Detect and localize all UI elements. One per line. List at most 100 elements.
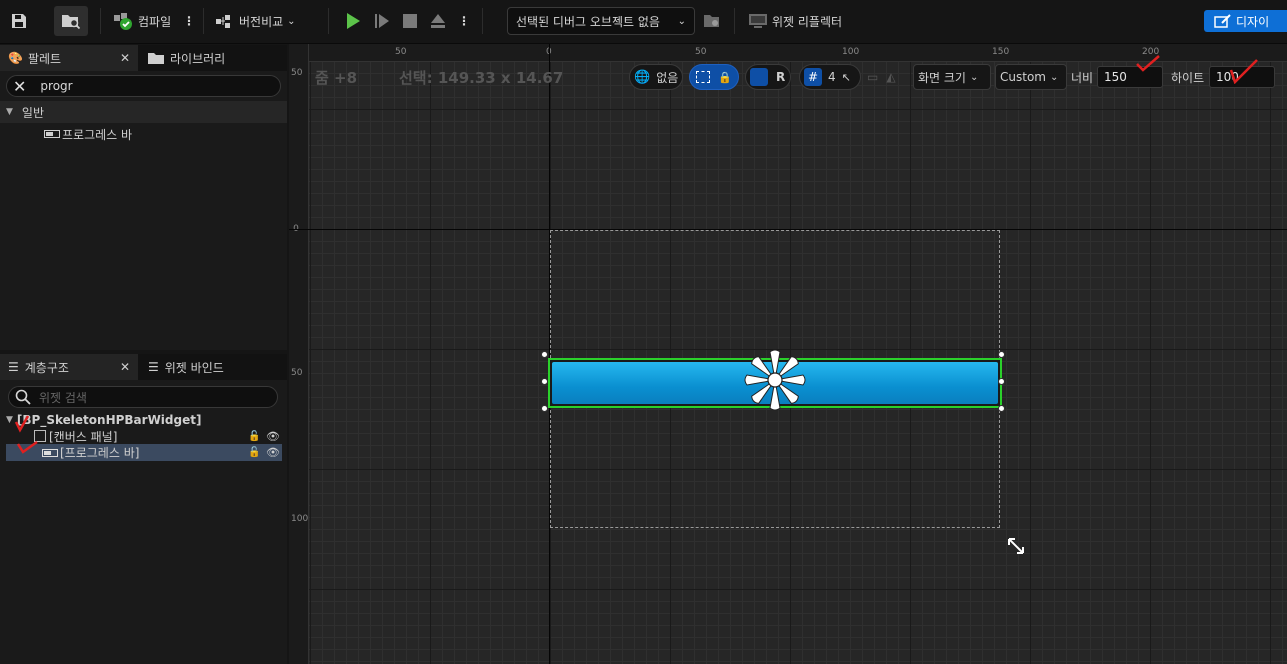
debug-object-dropdown[interactable]: 선택된 디버그 오브젝트 없음 ⌄ [507, 7, 695, 35]
tab-library-label: 라이브러리 [170, 51, 226, 66]
globe-icon: 🌐 [634, 69, 651, 85]
resize-handle[interactable] [998, 378, 1005, 385]
resize-handle[interactable] [541, 405, 548, 412]
close-icon[interactable]: ✕ [120, 360, 130, 374]
search-icon [15, 389, 31, 405]
zoom-label: 줌 +8 [315, 68, 358, 87]
eye-icon[interactable]: 👁 [266, 430, 280, 443]
category-label: 일반 [21, 105, 45, 120]
hierarchy-item-canvas-panel[interactable]: [캔버스 패널] 🔓 👁 [34, 428, 284, 444]
anchor-icon[interactable] [741, 346, 809, 414]
hierarchy-search-input[interactable]: 위젯 검색 [8, 386, 278, 408]
grid-snap-group[interactable]: # 4 ↖ [799, 64, 861, 90]
separator [328, 8, 329, 34]
designer-icon [1214, 14, 1231, 28]
hierarchy-tabbar: ☰ 계층구조 ✕ ☰ 위젯 바인드 [0, 354, 287, 380]
resize-handle[interactable] [541, 378, 548, 385]
compile-check-icon [114, 13, 132, 30]
clear-search-icon[interactable]: ✕ [13, 77, 26, 96]
locale-preview-dropdown[interactable]: 🌐 없음 [629, 64, 683, 90]
hierarchy-root-label: [BP_SkeletonHPBarWidget] [16, 413, 202, 427]
resize-handle[interactable] [998, 351, 1005, 358]
folder-gear-icon [704, 15, 719, 27]
annotation-checkmarks [14, 415, 38, 454]
eject-button[interactable] [426, 6, 450, 36]
hierarchy-search-placeholder: 위젯 검색 [39, 390, 87, 405]
play-options-icon[interactable]: ⋮ [458, 6, 470, 36]
tab-palette[interactable]: 🎨 팔레트 ✕ [0, 45, 138, 71]
screen-size-label: 화면 크기 [918, 70, 966, 85]
layout-icon [750, 68, 768, 86]
grid-icon: # [804, 68, 822, 86]
stop-button[interactable] [398, 6, 422, 36]
diff-icon [216, 15, 230, 28]
eject-icon [431, 14, 445, 28]
resize-handle[interactable] [998, 405, 1005, 412]
chevron-down-icon: ⌄ [677, 15, 686, 27]
monitor-icon [749, 14, 767, 28]
image-icon: ▭ [867, 70, 879, 84]
selection-size-label: 선택: 149.33 x 14.67 [399, 68, 564, 87]
lock-icon[interactable]: 🔓 [248, 431, 260, 442]
ruler-label: 50 [395, 47, 407, 57]
chevron-down-icon: ⌄ [1049, 71, 1059, 83]
palette-item-label: 프로그레스 바 [62, 127, 133, 142]
ruler-label: 50 [695, 47, 707, 57]
ruler-label: 100 [842, 47, 860, 57]
palette-item-progress-bar[interactable]: 프로그레스 바 [44, 125, 132, 143]
compile-button[interactable]: 컴파일 [112, 6, 176, 36]
compile-label: 컴파일 [138, 14, 172, 29]
flip-icon: ◭ [886, 70, 896, 84]
tab-hierarchy[interactable]: ☰ 계층구조 ✕ [0, 354, 138, 380]
tab-palette-label: 팔레트 [27, 51, 62, 66]
ruler-left: 50 0 50 100 [289, 44, 309, 664]
palette-search-value: progr [40, 79, 73, 93]
lock-icon[interactable]: 🔓 [248, 447, 260, 458]
progress-bar-icon [42, 448, 58, 457]
compile-options-icon[interactable]: ⋮ [183, 6, 195, 36]
canvas-resize-icon[interactable] [1006, 536, 1026, 556]
ruler-label: 150 [992, 47, 1010, 57]
palette-category-general[interactable]: ▼ 일반 [0, 101, 287, 123]
hierarchy-item-label: [캔버스 패널] [49, 429, 118, 444]
tab-hierarchy-label: 계층구조 [24, 360, 69, 375]
chevron-down-icon: ⌄ [969, 71, 979, 83]
separator [482, 8, 483, 34]
widget-reflector-button[interactable]: 위젯 리플렉터 [748, 6, 858, 36]
width-label: 너비 [1071, 70, 1094, 85]
custom-label: Custom [1000, 70, 1046, 84]
collapse-arrow-icon: ▼ [6, 107, 13, 117]
separator [100, 8, 101, 34]
tab-widget-bind[interactable]: ☰ 위젯 바인드 [140, 354, 280, 380]
grid-snap-value: 4 [828, 70, 836, 84]
cursor-icon: ↖ [841, 70, 851, 84]
diff-dropdown[interactable]: 버전비교 ⌄ [215, 6, 307, 36]
step-button[interactable] [370, 6, 394, 36]
list-icon: ☰ [8, 360, 19, 374]
designer-viewport[interactable]: 50 0 50 100 150 200 50 0 50 100 줌 +8 선택:… [289, 44, 1287, 664]
tab-bind-label: 위젯 바인드 [164, 360, 224, 375]
r-label: R [776, 70, 786, 84]
browse-button[interactable] [54, 6, 88, 36]
palette-icon: 🎨 [8, 51, 23, 65]
locale-label: 없음 [656, 70, 679, 85]
snap-toggle-group[interactable]: 🔒 [689, 64, 739, 90]
play-button[interactable] [340, 6, 366, 36]
hierarchy-panel: ☰ 계층구조 ✕ ☰ 위젯 바인드 위젯 검색 ▼ [BP_SkeletonHP… [0, 354, 287, 664]
main-toolbar: 컴파일 ⋮ 버전비교 ⌄ ⋮ 선택된 디버그 오브젝트 없음 ⌄ 위젯 리플렉터… [0, 0, 1287, 44]
tab-library[interactable]: 라이브러리 [140, 45, 280, 71]
image-preview-buttons[interactable]: ▭ ◭ [867, 64, 907, 90]
fill-mode-dropdown[interactable]: Custom ⌄ [995, 64, 1067, 90]
palette-search-input[interactable]: ✕ progr [6, 75, 281, 97]
close-icon[interactable]: ✕ [120, 51, 130, 65]
save-button[interactable] [10, 6, 40, 36]
eye-icon[interactable]: 👁 [266, 446, 280, 459]
ruler-label: 50 [291, 368, 303, 378]
respect-locks-group[interactable]: R [745, 64, 791, 90]
designer-mode-button[interactable]: 디자이 [1204, 10, 1287, 32]
hierarchy-item-progress-bar[interactable]: [프로그레스 바] 🔓 👁 [6, 444, 282, 461]
browse-debug-button[interactable] [702, 6, 722, 36]
screen-size-dropdown[interactable]: 화면 크기 ⌄ [913, 64, 991, 90]
debug-object-label: 선택된 디버그 오브젝트 없음 [516, 14, 660, 29]
resize-handle[interactable] [541, 351, 548, 358]
